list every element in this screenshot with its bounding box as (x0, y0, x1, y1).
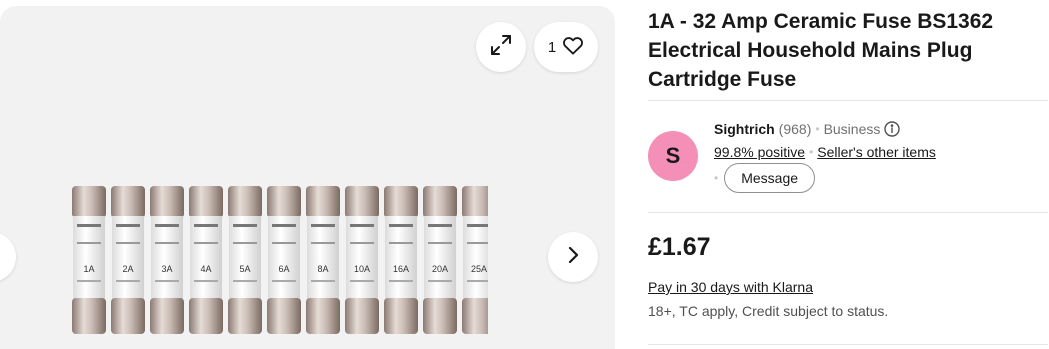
fuse: 8A (306, 186, 340, 334)
divider (648, 344, 1048, 345)
listing-title: 1A - 32 Amp Ceramic Fuse BS1362 Electric… (648, 10, 994, 91)
expand-icon (489, 33, 513, 62)
klarna-link[interactable]: Pay in 30 days with Klarna (648, 279, 813, 295)
fuse-rating-label: 6A (278, 264, 289, 274)
separator-dot: • (809, 145, 814, 159)
fuse-rating-label: 8A (317, 264, 328, 274)
avatar-letter: S (665, 143, 681, 168)
credit-terms: 18+, TC apply, Credit subject to status. (648, 303, 889, 319)
seller-avatar[interactable]: S (648, 131, 698, 181)
fuse: 2A (111, 186, 145, 334)
seller-links: 99.8% positive • Seller's other items (714, 144, 936, 160)
fuse-rating-label: 5A (239, 264, 250, 274)
fuse-rating-label: 2A (122, 264, 133, 274)
fuse: 6A (267, 186, 301, 334)
seller-type: Business (823, 121, 881, 137)
fuse: 25A (462, 186, 488, 334)
previous-image-button[interactable] (0, 232, 16, 282)
seller-name[interactable]: Sightrich (714, 121, 775, 137)
fuse-rating-label: 10A (354, 264, 370, 274)
fuse: 1A (72, 186, 106, 334)
chevron-right-icon (563, 245, 583, 270)
next-image-button[interactable] (548, 232, 598, 282)
separator-dot: • (815, 122, 820, 136)
fuse-rating-label: 3A (161, 264, 172, 274)
fuse: 10A (345, 186, 379, 334)
seller-info: Sightrich (968) • Business (714, 121, 901, 137)
image-gallery: 1 1A 2A 3A 4A 5A 6A 8A 10A 16A 20A 25A (0, 6, 615, 349)
separator-dot: • (714, 171, 719, 185)
fuse-rating-label: 4A (200, 264, 211, 274)
heart-icon (562, 35, 584, 59)
seller-feedback-count: (968) (778, 121, 812, 137)
fuse: 4A (189, 186, 223, 334)
price: £1.67 (648, 233, 711, 261)
fuse: 20A (423, 186, 457, 334)
expand-image-button[interactable] (476, 22, 526, 72)
seller-other-items-link[interactable]: Seller's other items (817, 144, 936, 160)
fuse-rating-label: 1A (83, 264, 94, 274)
divider (648, 100, 1048, 101)
message-row: • Message (714, 163, 816, 193)
fuse: 5A (228, 186, 262, 334)
fuse: 16A (384, 186, 418, 334)
message-button[interactable]: Message (724, 163, 816, 193)
fuse-rating-label: 25A (471, 264, 487, 274)
info-icon[interactable] (884, 121, 901, 137)
watch-button[interactable]: 1 (534, 22, 598, 72)
positive-feedback-link[interactable]: 99.8% positive (714, 144, 805, 160)
fuse-rating-label: 16A (393, 264, 409, 274)
fuse: 3A (150, 186, 184, 334)
product-image: 1A 2A 3A 4A 5A 6A 8A 10A 16A 20A 25A (72, 186, 488, 334)
divider (648, 212, 1048, 213)
watch-count: 1 (547, 38, 557, 56)
fuse-rating-label: 20A (432, 264, 448, 274)
